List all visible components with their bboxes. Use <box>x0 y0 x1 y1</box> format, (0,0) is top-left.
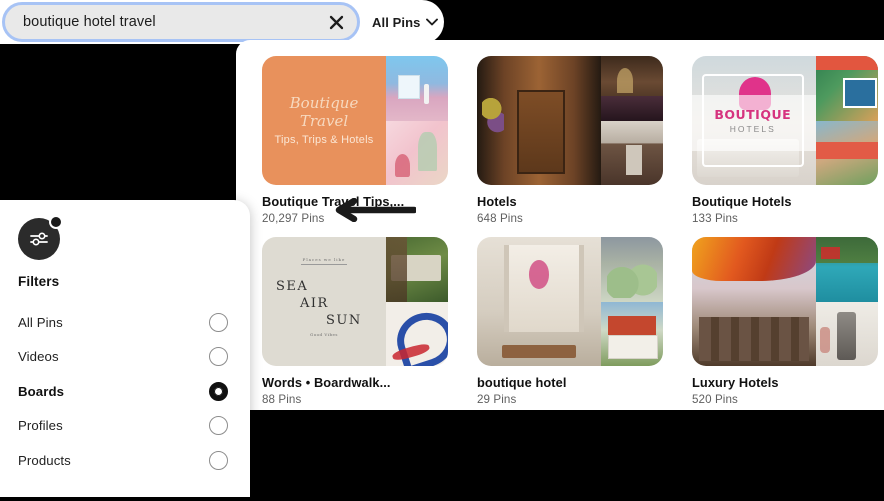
board-title: Boutique Hotels <box>692 194 792 209</box>
left-pointing-arrow-annotation <box>335 198 416 222</box>
board-title: boutique hotel <box>477 375 567 390</box>
filter-option-videos[interactable]: Videos <box>18 340 228 375</box>
pins-scope-label: All Pins <box>372 14 421 30</box>
cover-side-tile-2 <box>386 120 448 185</box>
board-pin-count: 520 Pins <box>692 393 738 406</box>
board-card[interactable]: boutique hotel 29 Pins <box>477 237 663 406</box>
cover-word-3: SUN <box>326 313 362 328</box>
board-cover-collage: Boutique Travel Tips, Trips & Hotels <box>262 56 448 185</box>
cover-side-tile-2 <box>816 301 878 366</box>
cover-main-tile: Places we like SEA AIR SUN Good Vibes <box>262 237 386 366</box>
filter-options-list: All Pins Videos Boards Profiles Products <box>18 305 228 478</box>
chevron-down-icon <box>426 18 439 26</box>
cover-side-tile-2 <box>601 301 663 366</box>
filter-option-boards[interactable]: Boards <box>18 374 228 409</box>
cover-main-tile <box>692 237 816 366</box>
board-pin-count: 29 Pins <box>477 393 517 406</box>
radio-button[interactable] <box>209 347 228 367</box>
radio-button[interactable] <box>209 416 228 436</box>
board-cover-collage <box>477 237 663 366</box>
cover-top-caption: Places we like <box>301 257 347 265</box>
cover-main-tile: BOUTIQUE HOTELS <box>692 56 816 185</box>
cover-side-tile-1 <box>601 237 663 302</box>
board-cover-collage: Places we like SEA AIR SUN Good Vibes <box>262 237 448 366</box>
radio-button[interactable] <box>209 450 228 470</box>
board-card[interactable]: Hotels 648 Pins <box>477 56 663 225</box>
cover-side-tile-2 <box>386 301 448 366</box>
cover-frame: BOUTIQUE HOTELS <box>701 74 804 167</box>
cover-side-tile-1 <box>816 56 878 121</box>
cover-side-tile-2 <box>816 120 878 185</box>
board-results-grid: Boutique Travel Tips, Trips & Hotels Bou… <box>262 56 878 406</box>
board-cover-collage <box>477 56 663 185</box>
cover-text-line-1: BOUTIQUE <box>714 106 792 122</box>
cursor-dot-indicator <box>49 215 63 229</box>
cover-text-line-2: HOTELS <box>729 123 776 134</box>
cover-side-tile-1 <box>816 237 878 302</box>
cover-side-tile-1 <box>386 56 448 121</box>
radio-button-selected[interactable] <box>209 381 228 401</box>
cover-bottom-caption: Good Vibes <box>310 332 338 337</box>
cover-word-1: SEA <box>276 279 309 294</box>
filter-option-label: Videos <box>18 349 59 365</box>
board-card[interactable]: Places we like SEA AIR SUN Good Vibes Wo… <box>262 237 448 406</box>
cover-script-line-1: Boutique <box>289 94 359 113</box>
filters-panel: Filters All Pins Videos Boards Profiles … <box>0 200 250 497</box>
search-bar: boutique hotel travel All Pins <box>0 0 444 44</box>
board-title: Luxury Hotels <box>692 375 779 390</box>
search-input-value: boutique hotel travel <box>23 14 156 30</box>
filters-heading: Filters <box>18 274 60 289</box>
board-card[interactable]: BOUTIQUE HOTELS Boutique Hotels 133 Pins <box>692 56 878 225</box>
filter-option-label: Boards <box>18 383 65 399</box>
board-pin-count: 648 Pins <box>477 212 523 225</box>
cover-main-tile <box>477 237 601 366</box>
cover-side-tile-2 <box>601 120 663 185</box>
search-input[interactable]: boutique hotel travel <box>2 2 360 42</box>
board-cover-collage <box>692 237 878 366</box>
board-pin-count: 88 Pins <box>262 393 302 406</box>
cover-main-tile <box>477 56 601 185</box>
filter-option-products[interactable]: Products <box>18 443 228 478</box>
filter-option-label: Profiles <box>18 418 63 434</box>
filter-option-label: All Pins <box>18 314 63 330</box>
board-title: Words • Boardwalk... <box>262 375 391 390</box>
radio-button[interactable] <box>209 312 228 332</box>
pins-scope-dropdown[interactable]: All Pins <box>372 10 439 34</box>
cover-word-2: AIR <box>300 296 329 311</box>
search-results-panel: Boutique Travel Tips, Trips & Hotels Bou… <box>236 40 884 410</box>
filter-option-label: Products <box>18 452 71 468</box>
cover-floor-accent <box>501 345 577 359</box>
filter-option-profiles[interactable]: Profiles <box>18 409 228 444</box>
board-pin-count: 133 Pins <box>692 212 738 225</box>
cover-main-tile: Boutique Travel Tips, Trips & Hotels <box>262 56 386 185</box>
app-root: boutique hotel travel All Pins Boutique <box>0 0 884 501</box>
board-card[interactable]: Luxury Hotels 520 Pins <box>692 237 878 406</box>
board-cover-collage: BOUTIQUE HOTELS <box>692 56 878 185</box>
cover-script-line-3: Tips, Trips & Hotels <box>274 133 374 146</box>
close-x-icon[interactable] <box>325 11 347 33</box>
cover-script-line-2: Travel <box>299 112 349 130</box>
cover-side-tile-1 <box>601 56 663 121</box>
board-title: Hotels <box>477 194 517 209</box>
filters-icon-badge[interactable] <box>18 215 63 260</box>
filter-option-all-pins[interactable]: All Pins <box>18 305 228 340</box>
cover-side-tile-1 <box>386 237 448 302</box>
